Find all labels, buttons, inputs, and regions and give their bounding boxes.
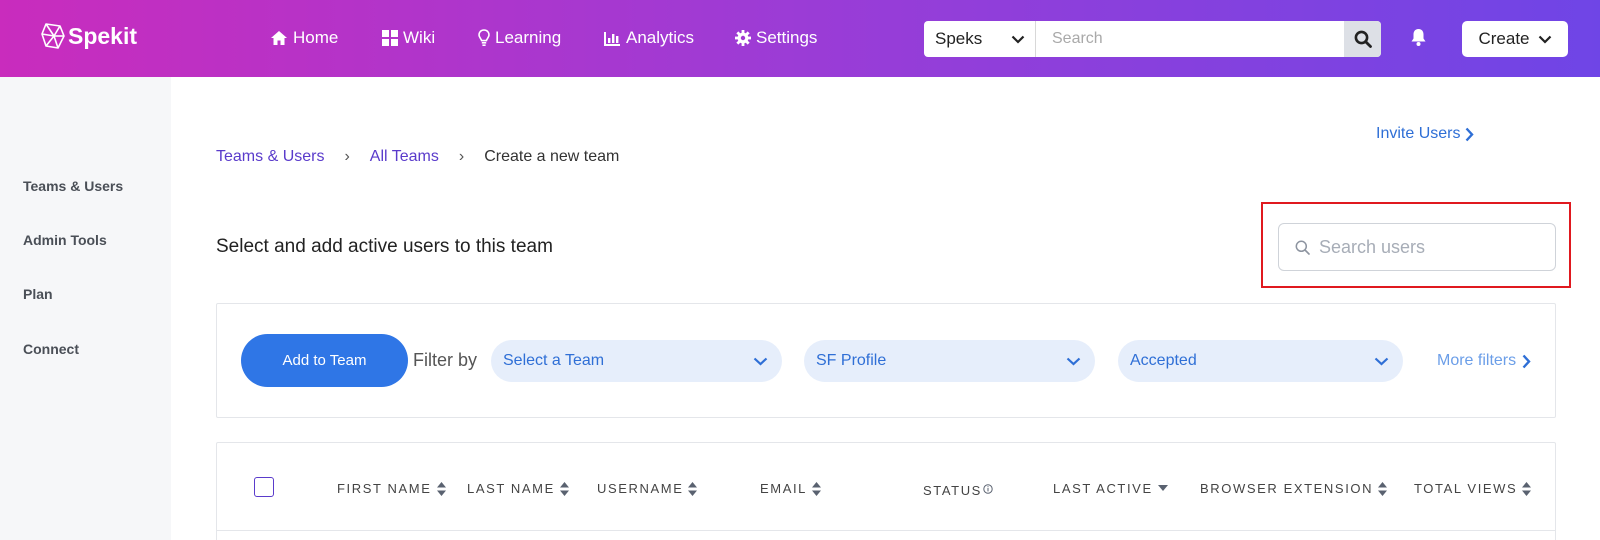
global-search: Speks <box>924 21 1381 57</box>
breadcrumb-current: Create a new team <box>484 148 620 165</box>
chevron-down-icon <box>1374 357 1389 365</box>
invite-users-label: Invite Users <box>1376 125 1461 142</box>
chevron-right-icon <box>1522 354 1531 368</box>
chevron-down-icon <box>1011 35 1025 44</box>
sort-icon <box>1378 481 1388 496</box>
column-header-label: TOTAL VIEWS <box>1414 481 1518 496</box>
admin-sidebar: Teams & Users Admin Tools Plan Connect <box>0 77 171 540</box>
nav-settings[interactable]: Settings <box>735 28 817 48</box>
more-filters-label: More filters <box>1437 352 1517 369</box>
column-header-browser-extension[interactable]: BROWSER EXTENSION <box>1200 481 1388 496</box>
team-filter-dropdown[interactable]: Select a Team <box>491 340 782 382</box>
team-filter-value: Select a Team <box>503 352 605 369</box>
column-header-label: FIRST NAME <box>337 481 432 496</box>
sf-profile-filter-dropdown[interactable]: SF Profile <box>804 340 1095 382</box>
gear-icon <box>735 30 751 46</box>
nav-learning[interactable]: Learning <box>478 28 561 48</box>
sidebar-item-teams-users[interactable]: Teams & Users <box>23 178 123 194</box>
add-to-team-button[interactable]: Add to Team <box>241 334 408 387</box>
create-button-label: Create <box>1478 29 1530 48</box>
breadcrumb-separator: › <box>344 148 350 165</box>
sort-desc-icon <box>1157 485 1168 491</box>
chevron-down-icon <box>1066 357 1081 365</box>
nav-settings-label: Settings <box>756 28 818 47</box>
status-filter-dropdown[interactable]: Accepted <box>1118 340 1403 382</box>
sidebar-item-admin-tools[interactable]: Admin Tools <box>23 232 107 248</box>
column-header-status[interactable]: STATUS <box>923 483 993 498</box>
lightbulb-icon <box>478 29 490 46</box>
column-header-total-views[interactable]: TOTAL VIEWS <box>1414 481 1532 496</box>
chevron-down-icon <box>753 357 768 365</box>
home-icon <box>271 31 287 45</box>
spekit-logo[interactable]: Spekit <box>40 22 137 50</box>
column-header-first-name[interactable]: FIRST NAME <box>337 481 446 496</box>
more-filters-link[interactable]: More filters <box>1437 352 1531 370</box>
notifications-button[interactable] <box>1410 28 1427 52</box>
create-button[interactable]: Create <box>1462 21 1568 57</box>
invite-users-link[interactable]: Invite Users <box>1376 125 1475 143</box>
column-header-label: USERNAME <box>597 481 684 496</box>
sort-icon <box>1522 481 1532 496</box>
sidebar-item-plan[interactable]: Plan <box>23 286 53 302</box>
column-header-label: LAST NAME <box>467 481 555 496</box>
status-filter-value: Accepted <box>1130 352 1197 369</box>
bell-icon <box>1411 29 1426 46</box>
nav-analytics-label: Analytics <box>626 28 695 47</box>
select-all-checkbox[interactable] <box>254 477 274 497</box>
breadcrumb-separator: › <box>458 148 465 165</box>
sf-profile-filter-value: SF Profile <box>816 352 887 369</box>
column-header-label: LAST ACTIVE <box>1053 481 1153 496</box>
search-users-input[interactable] <box>1319 236 1549 258</box>
page-heading: Select and add active users to this team <box>216 236 553 257</box>
column-header-username[interactable]: USERNAME <box>597 481 698 496</box>
column-header-label: STATUS <box>923 483 982 498</box>
column-header-last-name[interactable]: LAST NAME <box>467 481 569 496</box>
table-header-divider <box>216 530 1556 531</box>
breadcrumb: Teams & Users › All Teams › Create a new… <box>216 148 619 166</box>
grid-icon <box>382 30 398 46</box>
column-header-email[interactable]: EMAIL <box>760 481 822 496</box>
nav-home-label: Home <box>293 28 339 47</box>
search-scope-select[interactable]: Speks <box>924 21 1036 57</box>
chevron-down-icon <box>1538 35 1551 44</box>
breadcrumb-teams-users[interactable]: Teams & Users <box>216 148 324 166</box>
nav-home[interactable]: Home <box>270 28 338 48</box>
search-users-field[interactable] <box>1278 223 1556 271</box>
top-navbar: Spekit Home Wiki Learning Analytics Sett… <box>0 0 1600 77</box>
bar-chart-icon <box>604 31 620 46</box>
column-header-label: EMAIL <box>760 481 808 496</box>
search-icon <box>1354 30 1372 48</box>
filter-by-label: Filter by <box>413 350 478 370</box>
sort-icon <box>559 481 569 496</box>
global-search-input[interactable] <box>1036 21 1344 57</box>
spekit-logo-icon <box>41 23 65 49</box>
column-header-last-active[interactable]: LAST ACTIVE <box>1053 481 1168 496</box>
nav-wiki-label: Wiki <box>403 28 436 47</box>
breadcrumb-all-teams[interactable]: All Teams <box>370 148 439 166</box>
brand-name: Spekit <box>68 22 138 49</box>
info-icon <box>983 484 993 494</box>
search-button[interactable] <box>1344 21 1381 57</box>
sort-icon <box>436 481 446 496</box>
chevron-right-icon <box>1466 127 1475 141</box>
column-header-label: BROWSER EXTENSION <box>1200 481 1374 496</box>
nav-analytics[interactable]: Analytics <box>604 28 694 48</box>
sort-icon <box>688 481 698 496</box>
sort-icon <box>812 481 822 496</box>
search-scope-value: Speks <box>935 29 983 48</box>
search-icon <box>1295 240 1310 255</box>
nav-wiki[interactable]: Wiki <box>382 28 435 48</box>
sidebar-item-connect[interactable]: Connect <box>23 341 79 357</box>
nav-learning-label: Learning <box>495 28 562 47</box>
